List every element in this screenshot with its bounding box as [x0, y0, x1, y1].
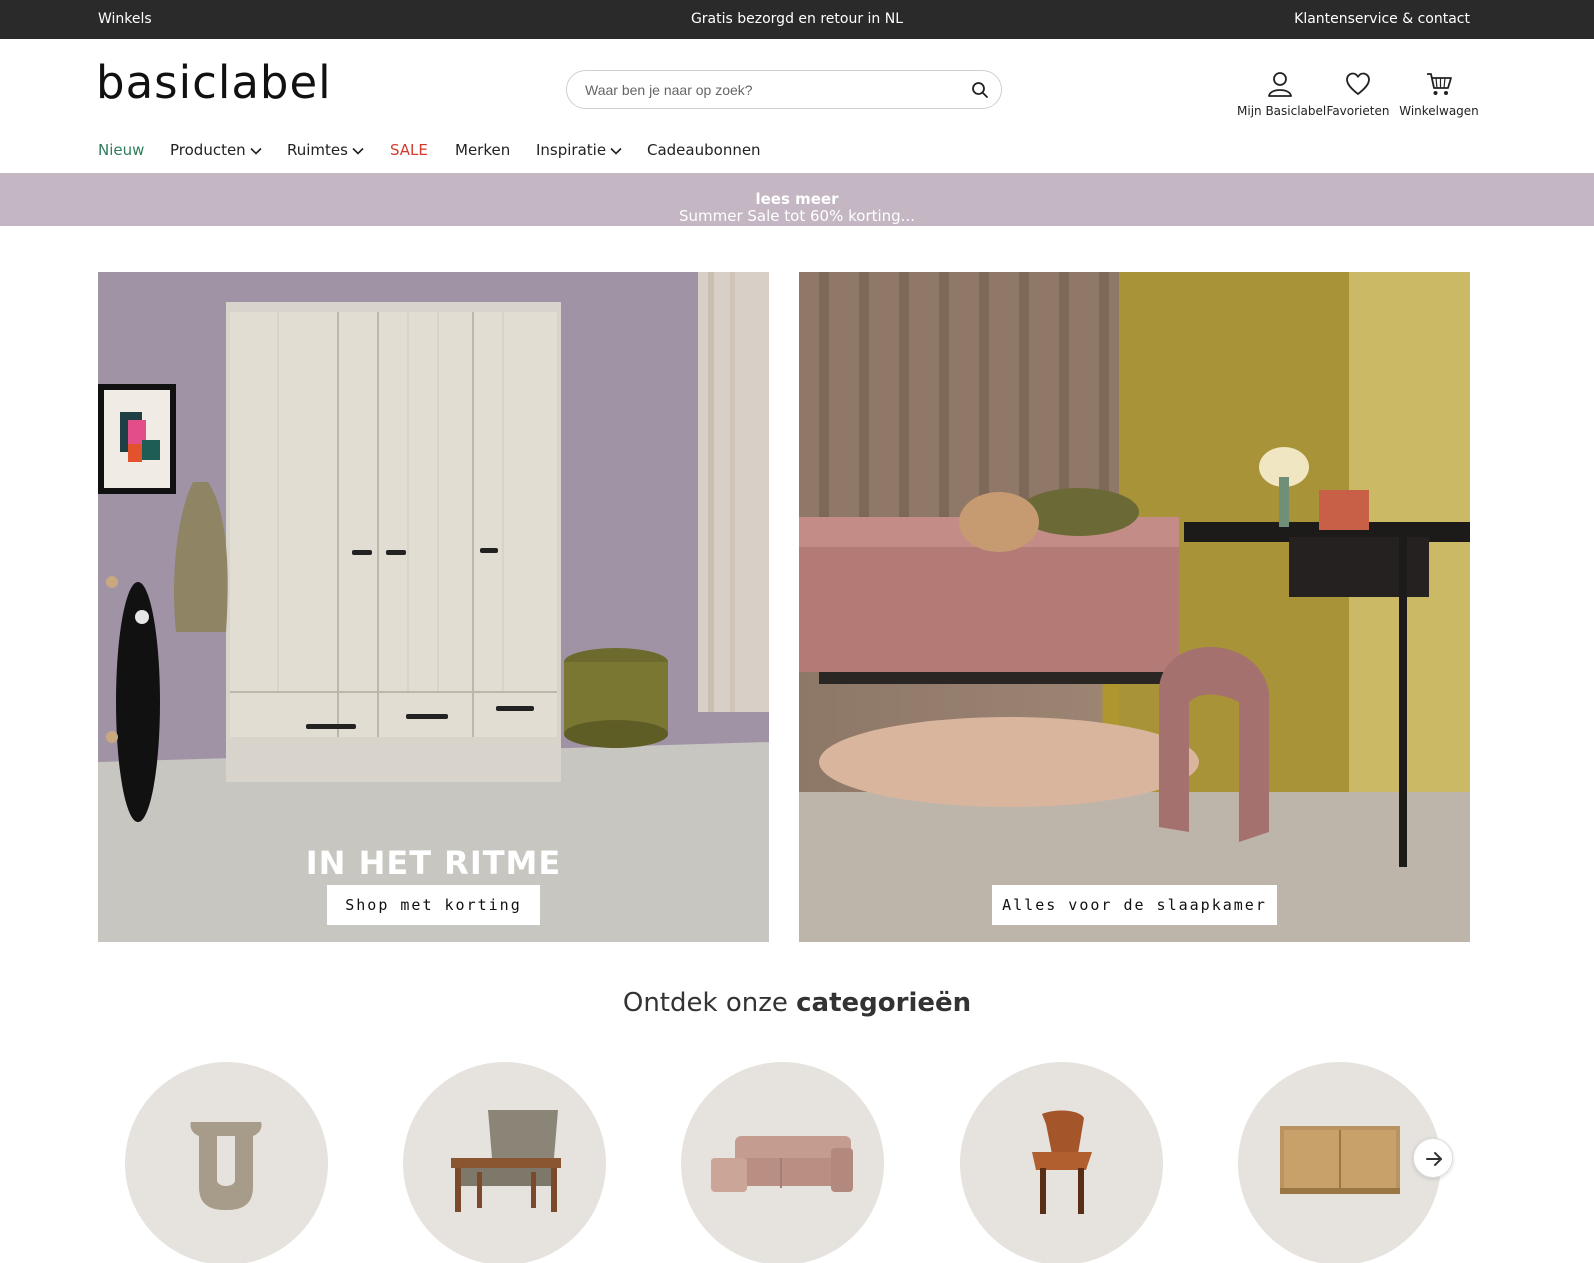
promo-text: Summer Sale tot 60% korting...: [679, 207, 915, 225]
armchair-image: [451, 1110, 561, 1212]
heart-icon: [1346, 72, 1370, 95]
user-icon: [1268, 72, 1292, 97]
cart-icon: [1427, 73, 1452, 95]
top-bar: Winkels Gratis bezorgd en retour in NL K…: [0, 0, 1594, 39]
nav-item-sale[interactable]: SALE: [390, 141, 428, 159]
chevron-down-icon: [352, 147, 364, 155]
vase-image: [190, 1122, 262, 1210]
arrow-right-icon: [1426, 1152, 1442, 1166]
chevron-down-icon: [250, 147, 262, 155]
promo-text-wrap: Summer Sale tot 60% korting... lees meer: [0, 190, 1594, 225]
nav-item-cadeaubonnen[interactable]: Cadeaubonnen: [647, 141, 761, 159]
customer-service-link[interactable]: Klantenservice & contact: [1294, 11, 1470, 27]
categories-heading-normal: Ontdek onze: [622, 988, 788, 1018]
sofa-image: [711, 1136, 853, 1192]
logo[interactable]: basiclabel: [96, 60, 332, 105]
chevron-down-icon: [610, 147, 622, 155]
promo-link[interactable]: lees meer: [755, 190, 838, 208]
carousel-next-button[interactable]: [1413, 1138, 1453, 1178]
cabinet-image: [1280, 1126, 1400, 1194]
category-item[interactable]: [681, 1062, 884, 1263]
account-label: Mijn Basiclabel: [1237, 104, 1327, 118]
category-item[interactable]: [1238, 1062, 1441, 1263]
cart-label: Winkelwagen: [1399, 104, 1479, 118]
nav-item-ruimtes[interactable]: Ruimtes: [287, 141, 364, 159]
search-box: [566, 70, 1002, 109]
category-item[interactable]: [960, 1062, 1163, 1263]
nav-item-label: Producten: [170, 141, 246, 159]
wardrobe-scene-image: [98, 272, 769, 942]
search-input[interactable]: [585, 80, 945, 100]
favorites-link[interactable]: Favorieten: [1315, 70, 1401, 118]
account-link[interactable]: Mijn Basiclabel: [1237, 70, 1327, 118]
hero-wardrobe[interactable]: IN HET RITME Shop met korting: [98, 272, 769, 942]
nav-item-nieuw[interactable]: Nieuw: [98, 141, 144, 159]
promo-banner[interactable]: Summer Sale tot 60% korting... lees meer: [0, 173, 1594, 226]
nav-item-merken[interactable]: Merken: [455, 141, 510, 159]
hero-title: IN HET RITME: [305, 844, 562, 882]
category-item[interactable]: [403, 1062, 606, 1263]
nav-item-inspiratie[interactable]: Inspiratie: [536, 141, 622, 159]
category-item[interactable]: [125, 1062, 328, 1263]
categories-heading: Ontdek onze categorieën: [0, 988, 1594, 1018]
cart-link[interactable]: Winkelwagen: [1396, 70, 1482, 118]
nav-item-label: Inspiratie: [536, 141, 607, 159]
bedroom-button[interactable]: Alles voor de slaapkamer: [992, 885, 1277, 925]
favorites-label: Favorieten: [1326, 104, 1390, 118]
search-icon[interactable]: [971, 81, 989, 99]
nav-item-label: Ruimtes: [287, 141, 348, 159]
nav-item-producten[interactable]: Producten: [170, 141, 262, 159]
categories-heading-bold: categorieën: [796, 988, 972, 1018]
hero-bedroom[interactable]: Alles voor de slaapkamer: [799, 272, 1470, 942]
bedroom-scene-image: [799, 272, 1470, 942]
chair-image: [1032, 1110, 1092, 1214]
shop-discount-button[interactable]: Shop met korting: [327, 885, 540, 925]
